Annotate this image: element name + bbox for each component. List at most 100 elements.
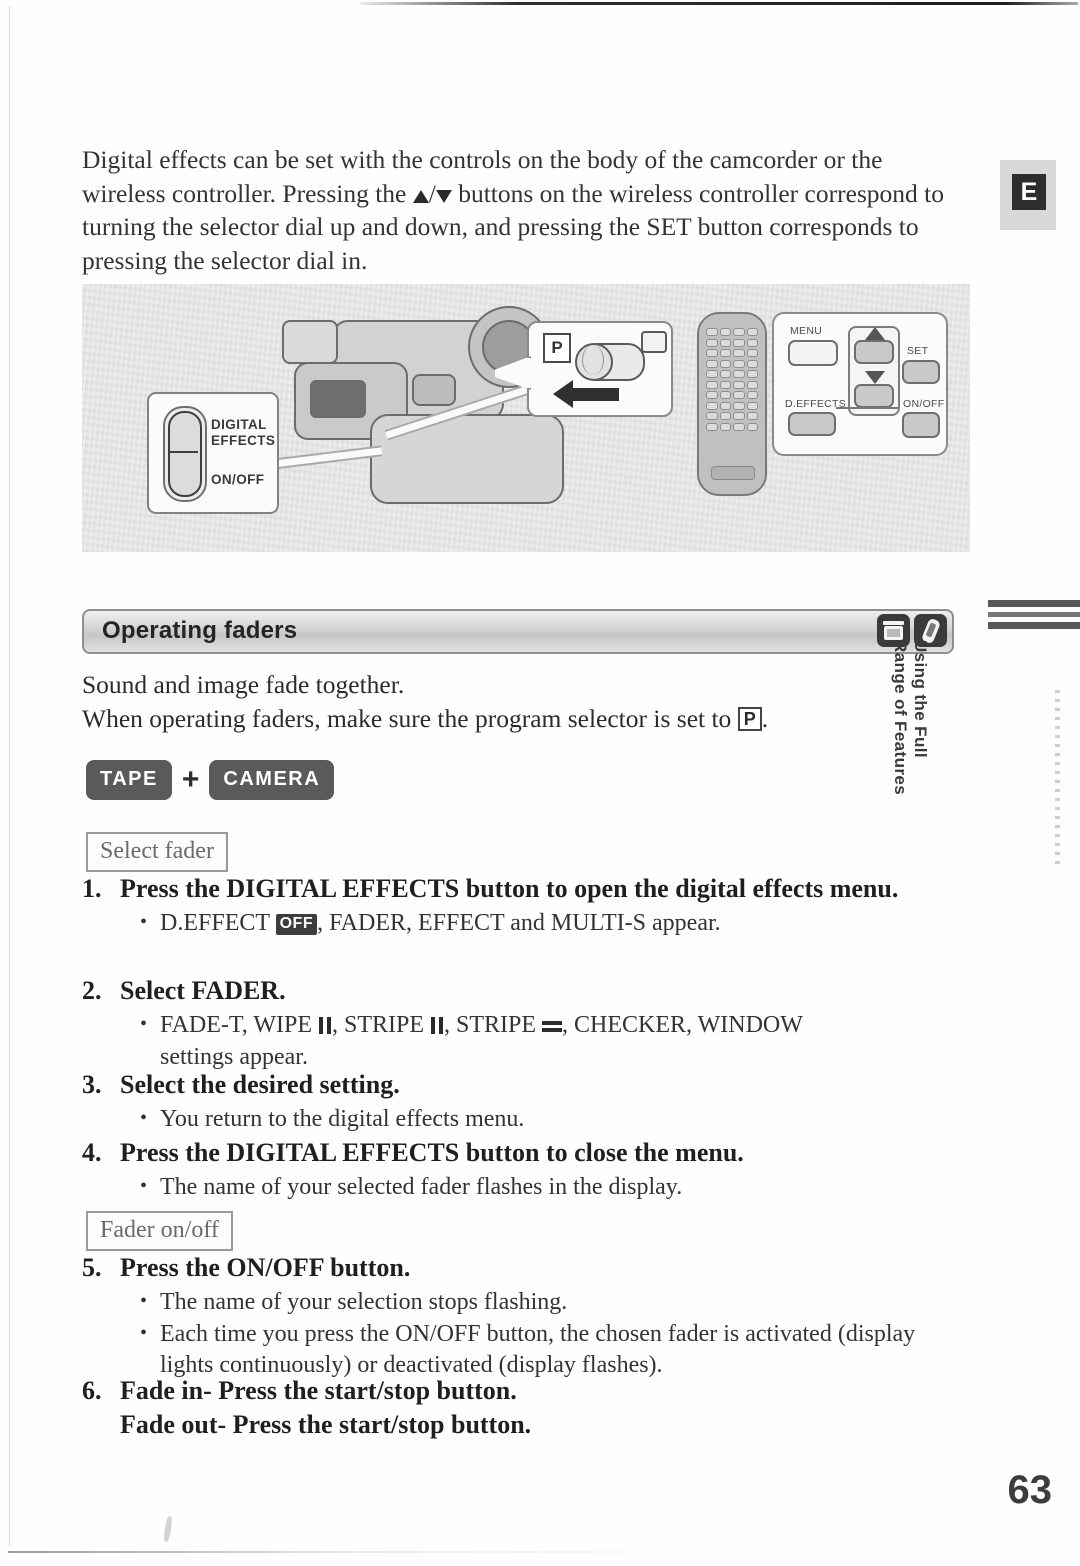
- bullet-text-pre: D.EFFECT: [160, 910, 270, 936]
- lead-line-1: Sound and image fade together.: [82, 670, 405, 699]
- step-3-bullets: You return to the digital effects menu.: [138, 1103, 962, 1135]
- intro-paragraph: Digital effects can be set with the cont…: [82, 143, 962, 277]
- step-2-bullets: FADE-T, WIPE , STRIPE , STRIPE , CHECKER…: [138, 1009, 962, 1073]
- program-p-glyph: P: [737, 707, 762, 731]
- section-header-bar: Operating faders: [82, 609, 954, 654]
- step-3-number: 3.: [82, 1070, 102, 1099]
- set-button: [902, 360, 940, 384]
- step-1-bullets: D.EFFECT OFF, FADER, EFFECT and MULTI-S …: [138, 907, 962, 939]
- caption-select-fader: Select fader: [86, 832, 228, 872]
- step-1-heading: 1. Press the DIGITAL EFFECTS button to o…: [82, 872, 962, 906]
- program-selector-callout: P: [495, 321, 673, 417]
- intro-line-2a: wireless controller. Pressing the: [82, 178, 407, 208]
- step-2-heading: 2. Select FADER.: [82, 974, 962, 1008]
- button-inner: [168, 411, 202, 497]
- camcorder-eyecup: [310, 380, 366, 418]
- step-6-extra-line: Fade out- Press the start/stop button.: [120, 1410, 532, 1439]
- up-button: [854, 340, 894, 364]
- wireless-controller: [697, 312, 767, 496]
- bullet-line-1: Each time you press the ON/OFF button, t…: [160, 1321, 832, 1347]
- mode-badge-row: TAPE + CAMERA: [86, 760, 335, 800]
- step-4-bullets: The name of your selected fader flashes …: [138, 1171, 962, 1203]
- fader-list-d: , CHECKER, WINDOW: [562, 1012, 803, 1038]
- step-6-text: Fade in- Press the start/stop button.: [120, 1376, 517, 1405]
- scan-edge-bottom: [8, 1551, 648, 1553]
- deffects-button: [788, 412, 836, 436]
- bullet: D.EFFECT OFF, FADER, EFFECT and MULTI-S …: [138, 907, 962, 939]
- remote-button-grid: [706, 328, 758, 458]
- camcorder-top-panel: [282, 320, 338, 364]
- intro-line-2b: buttons on the wireless controller: [458, 178, 799, 208]
- step-2-number: 2.: [82, 976, 102, 1005]
- triangle-up-icon: [412, 189, 429, 203]
- program-p-label: P: [543, 333, 571, 363]
- step-1: 1. Press the DIGITAL EFFECTS button to o…: [82, 872, 962, 940]
- step-6-heading: 6. Fade in- Press the start/stop button.: [82, 1374, 962, 1408]
- arrow-left-icon: [553, 380, 573, 408]
- vertical-bars-icon: [430, 1017, 444, 1034]
- bullet: The name of your selected fader flashes …: [138, 1171, 962, 1203]
- bullet: Each time you press the ON/OFF button, t…: [138, 1318, 962, 1381]
- step-5-bullets: The name of your selection stops flashin…: [138, 1286, 962, 1381]
- sidebar-mark: [988, 600, 1080, 607]
- sidebar-marks: [988, 600, 1080, 634]
- step-5-text: Press the ON/OFF button.: [120, 1253, 411, 1282]
- sidebar-mark: [988, 622, 1080, 629]
- horizontal-bars-icon: [542, 1019, 563, 1033]
- onoff-button: [902, 412, 940, 438]
- label-digital: DIGITAL: [211, 417, 267, 432]
- scan-edge-left: [9, 6, 10, 1546]
- language-badge: E: [1012, 174, 1046, 210]
- menu-button: [788, 340, 838, 366]
- section-lead-text: Sound and image fade together. When oper…: [82, 668, 962, 736]
- step-6-number: 6.: [82, 1376, 102, 1405]
- selector-indicator: [641, 331, 667, 353]
- step-1-text: Press the DIGITAL EFFECTS button to open…: [120, 874, 899, 903]
- sidebar-line-1: Using the Full: [911, 640, 930, 758]
- step-5-number: 5.: [82, 1253, 102, 1282]
- scan-smudge: [163, 1515, 173, 1543]
- section-title: Operating faders: [102, 617, 298, 644]
- mode-badge-camera: CAMERA: [209, 760, 335, 800]
- triangle-up-icon: [865, 327, 885, 340]
- triangle-down-icon: [435, 189, 452, 203]
- step-5: 5. Press the ON/OFF button. The name of …: [82, 1251, 962, 1382]
- label-menu: MENU: [790, 325, 823, 337]
- camcorder-control-dial: [412, 374, 456, 406]
- lead-line-2: When operating faders, make sure the pro…: [82, 702, 962, 736]
- caption-fader-onoff: Fader on/off: [86, 1211, 233, 1251]
- button-divider: [168, 451, 198, 453]
- step-1-number: 1.: [82, 874, 102, 903]
- step-4: 4. Press the DIGITAL EFFECTS button to c…: [82, 1136, 962, 1204]
- fader-list-c: , STRIPE: [444, 1012, 537, 1038]
- step-2-text: Select FADER.: [120, 976, 286, 1005]
- label-onoff: ON/OFF: [903, 398, 945, 410]
- step-5-heading: 5. Press the ON/OFF button.: [82, 1251, 962, 1285]
- scan-edge-top: [360, 2, 1078, 5]
- bullet: The name of your selection stops flashin…: [138, 1286, 962, 1318]
- plus-sign: +: [181, 763, 200, 796]
- bullet: FADE-T, WIPE , STRIPE , STRIPE , CHECKER…: [138, 1009, 962, 1041]
- sidebar-mark: [988, 612, 1080, 617]
- slash-separator: /: [428, 178, 436, 208]
- selector-dial-ridge: [582, 345, 604, 375]
- sidebar-section-label: Using the Full Range of Features: [891, 640, 930, 840]
- remote-bottom-bar: [711, 466, 755, 480]
- page-number: 63: [1007, 1468, 1053, 1512]
- intro-line-1: Digital effects can be set with the cont…: [82, 145, 883, 174]
- bullet: You return to the digital effects menu.: [138, 1103, 962, 1135]
- fader-list-a: FADE-T, WIPE: [160, 1012, 312, 1038]
- bullet-text-post: , FADER, EFFECT and MULTI-S appear.: [317, 910, 721, 936]
- down-button: [854, 384, 894, 408]
- step-4-heading: 4. Press the DIGITAL EFFECTS button to c…: [82, 1136, 962, 1170]
- triangle-down-icon: [865, 371, 885, 384]
- digital-effects-callout: DIGITAL EFFECTS ON/OFF: [147, 392, 279, 514]
- mode-badge-tape: TAPE: [86, 760, 172, 800]
- arrow-left-shaft: [571, 388, 619, 401]
- sidebar-edge-texture: [1055, 690, 1060, 865]
- lead-line-2-text: When operating faders, make sure the pro…: [82, 704, 732, 733]
- fader-list-b: , STRIPE: [331, 1012, 424, 1038]
- remote-detail-callout: MENU SET D.EFFECTS ON/OFF: [772, 312, 948, 456]
- step-3: 3. Select the desired setting. You retur…: [82, 1068, 962, 1136]
- label-onoff: ON/OFF: [211, 472, 265, 487]
